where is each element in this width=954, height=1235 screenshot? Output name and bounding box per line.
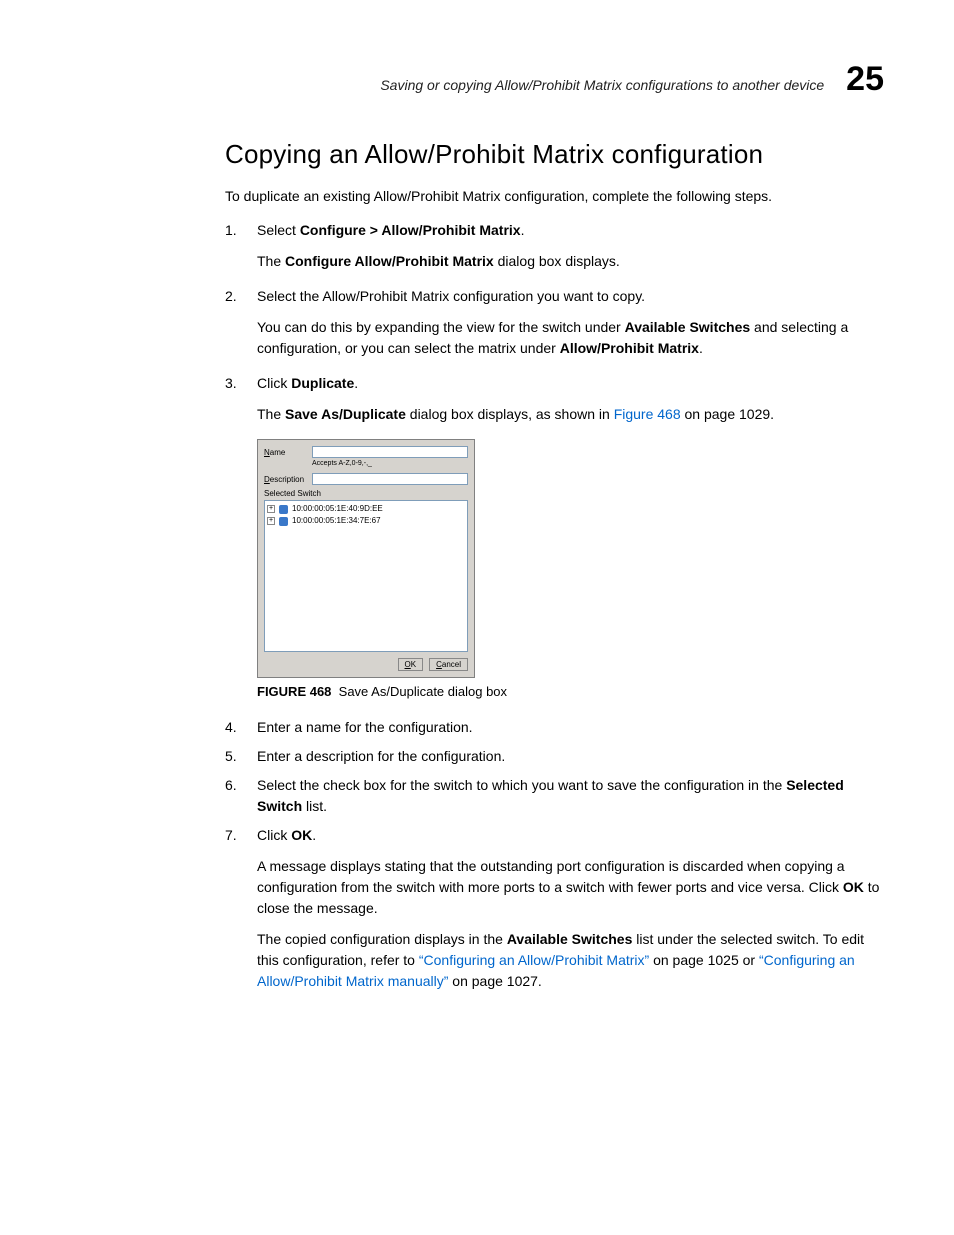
step-5-text: Enter a description for the configuratio…: [257, 746, 884, 767]
name-input[interactable]: [312, 446, 468, 458]
switch-address: 10:00:00:05:1E:34:7E:67: [292, 515, 381, 527]
step-3-text: Click Duplicate.: [257, 375, 358, 391]
step-1-text: Select Configure > Allow/Prohibit Matrix…: [257, 222, 524, 238]
step-1: 1. Select Configure > Allow/Prohibit Mat…: [225, 220, 884, 278]
step-number: 3.: [225, 373, 243, 431]
chapter-number: 25: [846, 60, 884, 99]
figure-link[interactable]: Figure 468: [614, 406, 681, 422]
step-2: 2. Select the Allow/Prohibit Matrix conf…: [225, 286, 884, 365]
step-3-sub: The Save As/Duplicate dialog box display…: [257, 404, 884, 425]
expand-icon[interactable]: +: [267, 505, 275, 513]
page-title: Copying an Allow/Prohibit Matrix configu…: [225, 139, 884, 170]
step-3: 3. Click Duplicate. The Save As/Duplicat…: [225, 373, 884, 431]
step-2-sub: You can do this by expanding the view fo…: [257, 317, 884, 359]
expand-icon[interactable]: +: [267, 517, 275, 525]
selected-switch-label: Selected Switch: [264, 489, 468, 498]
step-7-p2: The copied configuration displays in the…: [257, 929, 884, 992]
selected-switch-list[interactable]: + 10:00:00:05:1E:40:9D:EE + 10:00:00:05:…: [264, 500, 468, 652]
step-number: 2.: [225, 286, 243, 365]
step-2-text: Select the Allow/Prohibit Matrix configu…: [257, 288, 645, 304]
step-4: 4. Enter a name for the configuration.: [225, 717, 884, 738]
switch-icon: [279, 505, 288, 514]
running-header: Saving or copying Allow/Prohibit Matrix …: [225, 60, 884, 99]
step-number: 6.: [225, 775, 243, 817]
step-4-text: Enter a name for the configuration.: [257, 717, 884, 738]
description-label: Description: [264, 475, 306, 484]
switch-row[interactable]: + 10:00:00:05:1E:40:9D:EE: [267, 503, 465, 515]
switch-address: 10:00:00:05:1E:40:9D:EE: [292, 503, 383, 515]
step-7-p1: A message displays stating that the outs…: [257, 856, 884, 919]
switch-icon: [279, 517, 288, 526]
name-hint: Accepts A-Z,0-9,-,_: [312, 460, 468, 467]
step-number: 4.: [225, 717, 243, 738]
step-number: 7.: [225, 825, 243, 998]
step-6-text: Select the check box for the switch to w…: [257, 775, 884, 817]
save-as-duplicate-dialog: Name Accepts A-Z,0-9,-,_ Description Sel…: [257, 439, 475, 678]
step-6: 6. Select the check box for the switch t…: [225, 775, 884, 817]
figure-caption: FIGURE 468 Save As/Duplicate dialog box: [257, 684, 884, 699]
step-number: 1.: [225, 220, 243, 278]
step-5: 5. Enter a description for the configura…: [225, 746, 884, 767]
config-link-1[interactable]: “Configuring an Allow/Prohibit Matrix”: [419, 952, 649, 968]
cancel-button[interactable]: Cancel: [429, 658, 468, 671]
step-7-text: Click OK.: [257, 827, 316, 843]
running-title: Saving or copying Allow/Prohibit Matrix …: [380, 77, 824, 93]
ok-button[interactable]: OK: [398, 658, 424, 671]
description-input[interactable]: [312, 473, 468, 485]
step-1-sub: The Configure Allow/Prohibit Matrix dial…: [257, 251, 884, 272]
intro-paragraph: To duplicate an existing Allow/Prohibit …: [225, 186, 884, 206]
name-label: Name: [264, 448, 306, 457]
step-7: 7. Click OK. A message displays stating …: [225, 825, 884, 998]
switch-row[interactable]: + 10:00:00:05:1E:34:7E:67: [267, 515, 465, 527]
step-number: 5.: [225, 746, 243, 767]
